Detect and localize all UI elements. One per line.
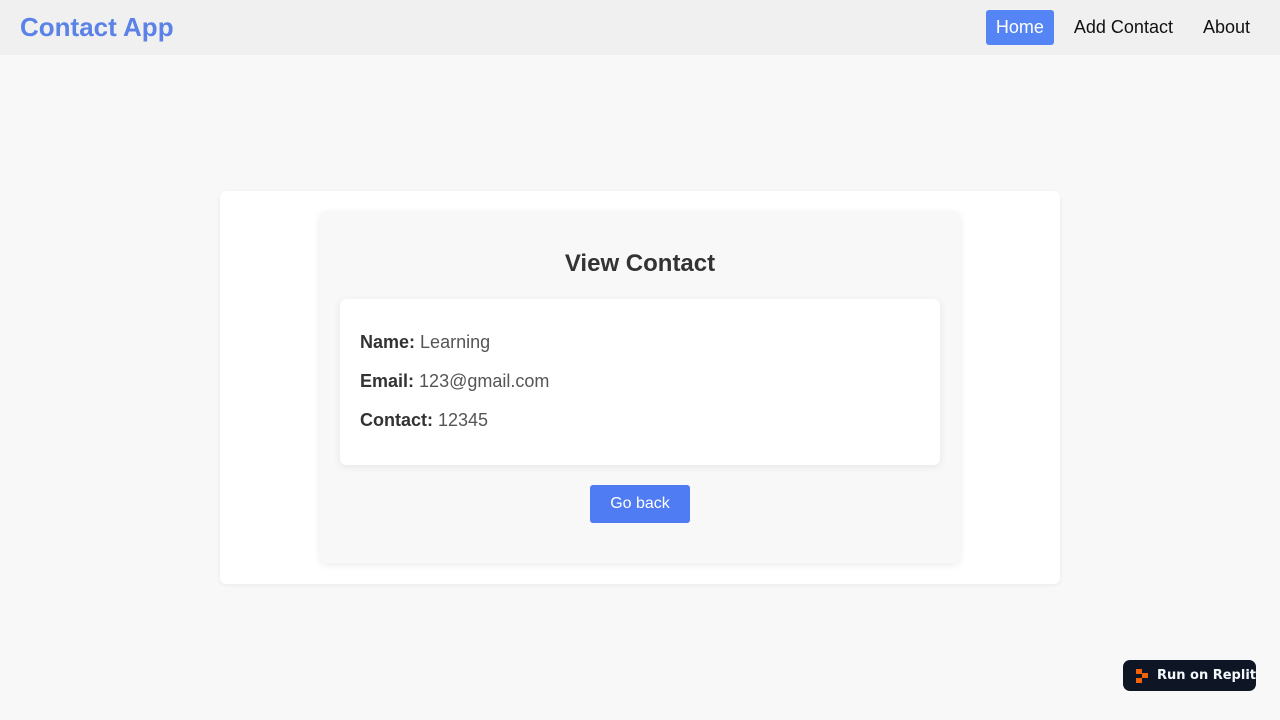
- nav-links: Home Add Contact About: [985, 10, 1260, 45]
- name-value: Learning: [420, 332, 491, 352]
- replit-logo-icon: [1136, 668, 1150, 683]
- content-container: View Contact Name: Learning Email: 123@g…: [220, 191, 1060, 584]
- detail-row-contact: Contact: 12345: [360, 409, 488, 431]
- brand-title[interactable]: Contact App: [20, 12, 174, 42]
- nav-link-add-contact[interactable]: Add Contact: [1064, 10, 1183, 45]
- navbar: Contact App Home Add Contact About: [0, 0, 1280, 55]
- name-label: Name:: [360, 332, 416, 352]
- detail-row-name: Name: Learning: [360, 331, 490, 353]
- detail-row-email: Email: 123@gmail.com: [360, 370, 549, 392]
- email-label: Email:: [360, 371, 415, 391]
- go-back-button[interactable]: Go back: [590, 485, 690, 523]
- card-title: View Contact: [564, 250, 716, 277]
- email-value: 123@gmail.com: [419, 371, 550, 391]
- contact-details: Name: Learning Email: 123@gmail.com Cont…: [340, 299, 940, 465]
- run-on-replit-badge[interactable]: Run on Replit: [1123, 660, 1256, 691]
- contact-value: 12345: [438, 410, 489, 430]
- replit-badge-label: Run on Replit: [1156, 668, 1256, 683]
- nav-link-about[interactable]: About: [1193, 10, 1260, 45]
- nav-link-home[interactable]: Home: [985, 10, 1054, 45]
- contact-label: Contact:: [360, 410, 433, 430]
- view-contact-card: View Contact Name: Learning Email: 123@g…: [320, 211, 960, 563]
